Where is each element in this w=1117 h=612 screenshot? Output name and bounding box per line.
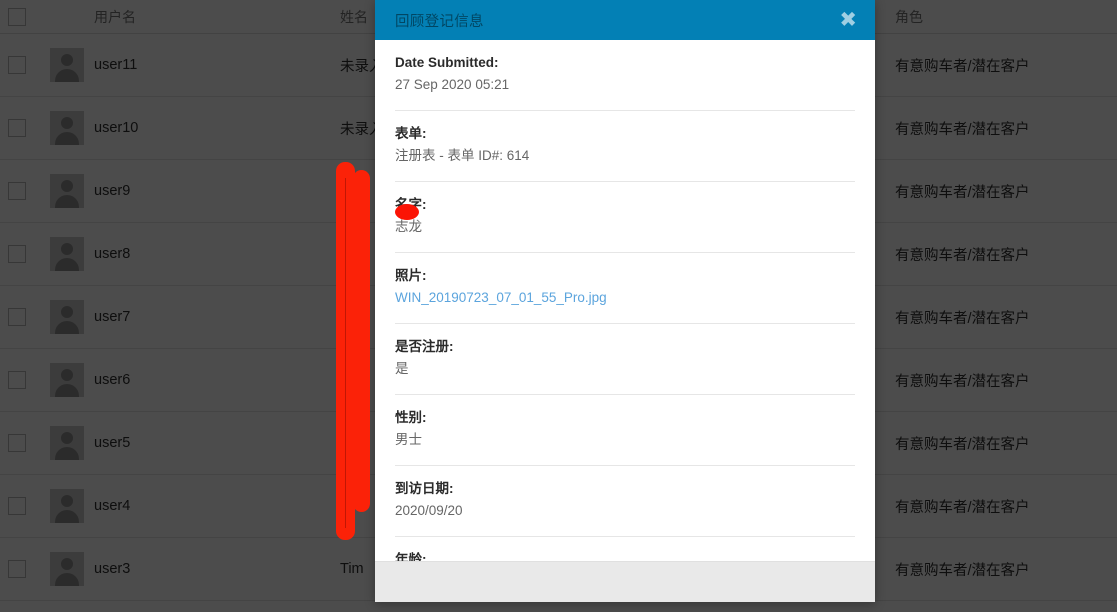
- field-form: 表单: 注册表 - 表单 ID#: 614: [395, 111, 855, 182]
- review-registration-modal: 回顾登记信息 ✖ Date Submitted: 27 Sep 2020 05:…: [375, 0, 875, 602]
- field-value: 志龙: [395, 219, 422, 234]
- modal-body: Date Submitted: 27 Sep 2020 05:21 表单: 注册…: [375, 40, 875, 561]
- field-label: 照片:: [395, 268, 427, 283]
- field-photo: 照片: WIN_20190723_07_01_55_Pro.jpg: [395, 253, 855, 324]
- field-name: 名字: 志龙: [395, 182, 855, 253]
- field-label: Date Submitted:: [395, 55, 499, 70]
- field-gender: 性别: 男士: [395, 395, 855, 466]
- modal-title: 回顾登记信息: [395, 13, 484, 30]
- field-value: 是: [395, 361, 409, 376]
- field-age: 年龄: 18: [395, 537, 855, 561]
- photo-file-link[interactable]: WIN_20190723_07_01_55_Pro.jpg: [395, 290, 607, 305]
- modal-header: 回顾登记信息 ✖: [375, 0, 875, 40]
- field-value: 27 Sep 2020 05:21: [395, 77, 510, 92]
- field-is-registered: 是否注册: 是: [395, 324, 855, 395]
- close-icon[interactable]: ✖: [839, 9, 857, 31]
- field-label: 年龄:: [395, 552, 427, 561]
- field-value: 2020/09/20: [395, 503, 463, 518]
- field-date-submitted: Date Submitted: 27 Sep 2020 05:21: [395, 40, 855, 111]
- field-visit-date: 到访日期: 2020/09/20: [395, 466, 855, 537]
- field-label: 性别:: [395, 410, 427, 425]
- field-value: 注册表 - 表单 ID#: 614: [395, 148, 530, 163]
- modal-footer: [375, 561, 875, 602]
- field-value: 男士: [395, 432, 422, 447]
- field-label: 到访日期:: [395, 481, 454, 496]
- field-label: 名字:: [395, 196, 855, 214]
- redaction-mark-icon: [395, 204, 419, 220]
- field-label: 表单:: [395, 126, 427, 141]
- field-label: 是否注册:: [395, 339, 454, 354]
